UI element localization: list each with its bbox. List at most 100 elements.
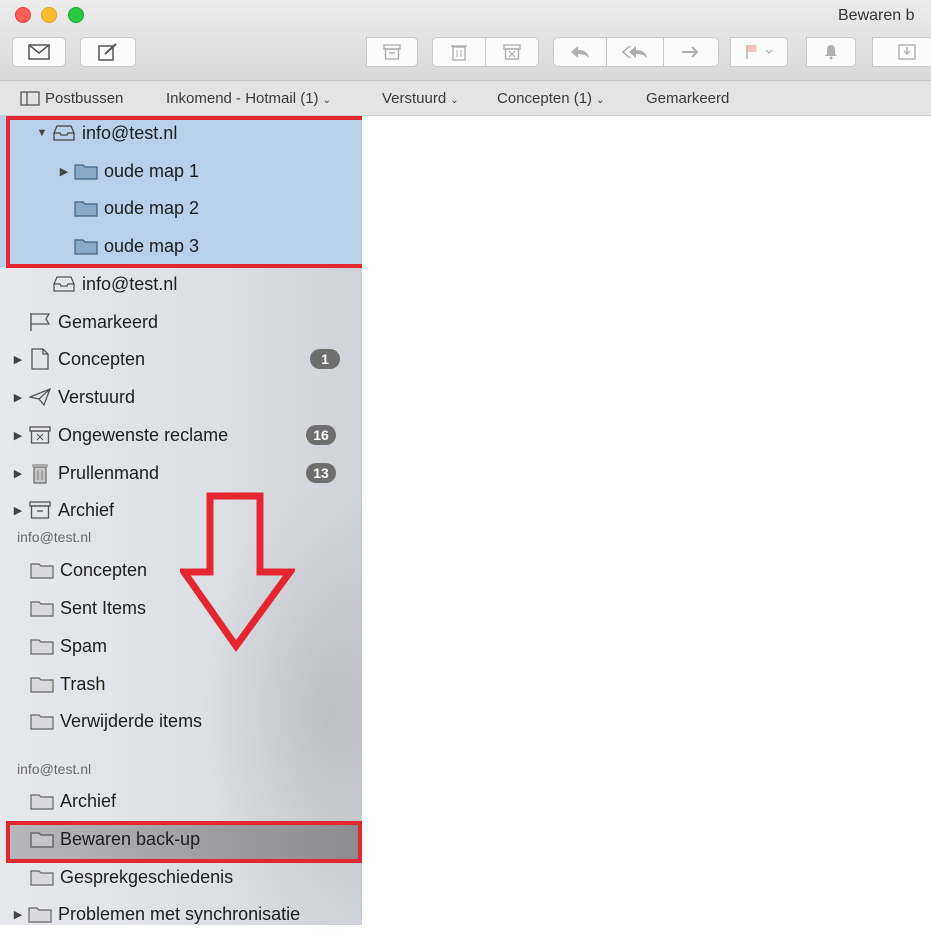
- unread-count-badge: 1: [310, 349, 340, 369]
- disclosure-closed-icon: ▶: [59, 165, 69, 178]
- junk-icon: [28, 425, 52, 445]
- move-group: [872, 37, 931, 67]
- flag-icon: [28, 312, 52, 332]
- folder-label: Gesprekgeschiedenis: [60, 866, 234, 887]
- folder-icon: [30, 711, 54, 731]
- archive-icon: [28, 500, 52, 520]
- mailbox-sidebar: ▼ info@test.nl ▶ oude map 1 oude map 2 o…: [0, 116, 366, 936]
- message-list-pane: [362, 116, 931, 925]
- sidebar-folder-bewaren-back-up[interactable]: Bewaren back-up: [30, 824, 200, 854]
- sidebar-account-selected[interactable]: ▼ info@test.nl: [36, 118, 178, 148]
- sidebar-folder-verwijderde-items[interactable]: Verwijderde items: [30, 706, 202, 736]
- sidebar-icon: [20, 91, 40, 106]
- flag-button[interactable]: [730, 37, 788, 67]
- sidebar-item-label: Ongewenste reclame: [58, 424, 229, 445]
- junk-icon: [503, 44, 521, 60]
- sidebar-folder-archief[interactable]: Archief: [30, 786, 116, 816]
- folder-icon: [30, 636, 54, 656]
- fav-inbox-label: Inkomend - Hotmail (1): [166, 90, 319, 107]
- sidebar-folder-oude-map-1[interactable]: ▶ oude map 1: [58, 156, 199, 186]
- unread-count-badge: 13: [306, 463, 336, 483]
- chevron-down-icon: ⌄: [322, 95, 331, 106]
- sidebar-item-prullenmand[interactable]: ▶ Prullenmand: [12, 458, 159, 488]
- sidebar-item-label: Archief: [58, 499, 115, 520]
- folder-label: Problemen met synchronisatie: [58, 903, 301, 924]
- get-mail-button[interactable]: [12, 37, 66, 67]
- trash-icon: [28, 463, 52, 484]
- disclosure-closed-icon: ▶: [13, 429, 23, 442]
- close-window-button[interactable]: [15, 7, 31, 23]
- forward-button[interactable]: [663, 37, 719, 67]
- folder-label: oude map 1: [104, 160, 200, 181]
- disclosure-open-icon: ▼: [36, 127, 48, 139]
- sidebar-folder-oude-map-3[interactable]: oude map 3: [74, 231, 199, 261]
- folder-label: oude map 2: [104, 197, 200, 218]
- reply-button[interactable]: [553, 37, 607, 67]
- folder-label: Sent Items: [60, 597, 147, 618]
- folder-icon: [30, 560, 54, 580]
- fav-flagged-label: Gemarkeerd: [646, 90, 730, 107]
- disclosure-closed-icon: ▶: [13, 353, 23, 366]
- bell-icon: [825, 45, 837, 60]
- sidebar-item-label: Prullenmand: [58, 462, 160, 483]
- sidebar-account-2[interactable]: info@test.nl: [52, 269, 177, 299]
- disclosure-closed-icon: ▶: [13, 908, 23, 921]
- reply-all-icon: [622, 45, 647, 59]
- sidebar-folder-gesprekgeschiedenis[interactable]: Gesprekgeschiedenis: [30, 862, 233, 892]
- sidebar-item-ongewenste-reclame[interactable]: ▶ Ongewenste reclame: [12, 420, 228, 450]
- folder-label: oude map 3: [104, 235, 200, 256]
- disclosure-closed-icon: ▶: [13, 467, 23, 480]
- trash-icon: [451, 45, 467, 61]
- folder-label: Trash: [60, 673, 106, 694]
- delete-button[interactable]: [432, 37, 486, 67]
- fav-drafts[interactable]: Concepten (1) ⌄: [497, 90, 604, 107]
- sidebar-item-label: Gemarkeerd: [58, 311, 159, 332]
- folder-icon: [28, 904, 52, 924]
- sidebar-item-verstuurd[interactable]: ▶ Verstuurd: [12, 382, 135, 412]
- folder-icon: [30, 791, 54, 811]
- sidebar-folder-sent-items[interactable]: Sent Items: [30, 593, 146, 623]
- disclosure-closed-icon: ▶: [13, 391, 23, 404]
- sidebar-item-archief[interactable]: ▶ Archief: [12, 495, 114, 525]
- document-icon: [28, 348, 52, 370]
- fav-inbox[interactable]: Inkomend - Hotmail (1) ⌄: [166, 90, 331, 107]
- folder-icon: [74, 236, 98, 256]
- folder-icon: [74, 198, 98, 218]
- fav-sent[interactable]: Verstuurd ⌄: [382, 90, 459, 107]
- sidebar-item-concepten[interactable]: ▶ Concepten: [12, 344, 145, 374]
- paper-plane-icon: [28, 387, 52, 407]
- fav-flagged[interactable]: Gemarkeerd: [646, 90, 729, 107]
- compose-button[interactable]: [80, 37, 136, 67]
- junk-button[interactable]: [485, 37, 539, 67]
- folder-label: Verwijderde items: [60, 710, 203, 731]
- reply-all-button[interactable]: [606, 37, 664, 67]
- sidebar-folder-trash[interactable]: Trash: [30, 669, 105, 699]
- folder-icon: [30, 867, 54, 887]
- folder-label: Archief: [60, 790, 117, 811]
- folder-label: Concepten: [60, 559, 148, 580]
- fav-mailboxes[interactable]: Postbussen: [20, 90, 123, 107]
- sidebar-item-gemarkeerd[interactable]: Gemarkeerd: [28, 307, 158, 337]
- folder-icon: [30, 674, 54, 694]
- title-toolbar: Bewaren b: [0, 0, 931, 81]
- compose-icon: [98, 43, 117, 61]
- chevron-down-icon: ⌄: [596, 95, 605, 106]
- folder-icon: [74, 161, 98, 181]
- sidebar-item-label: Concepten: [58, 348, 146, 369]
- fav-sent-label: Verstuurd: [382, 90, 447, 107]
- mute-group: [806, 37, 856, 67]
- sidebar-account-label: info@test.nl: [82, 273, 178, 294]
- sidebar-folder-spam[interactable]: Spam: [30, 631, 107, 661]
- minimize-window-button[interactable]: [41, 7, 57, 23]
- sidebar-folder-concepten[interactable]: Concepten: [30, 555, 147, 585]
- notify-button[interactable]: [806, 37, 856, 67]
- inbox-tray-icon: [52, 274, 76, 294]
- folder-label: Spam: [60, 635, 108, 656]
- sidebar-folder-oude-map-2[interactable]: oude map 2: [74, 193, 199, 223]
- envelope-icon: [28, 44, 50, 60]
- archive-button[interactable]: [366, 37, 418, 67]
- trash-junk-group: [432, 37, 539, 67]
- zoom-window-button[interactable]: [68, 7, 84, 23]
- forward-icon: [682, 46, 699, 58]
- move-button[interactable]: [872, 37, 931, 67]
